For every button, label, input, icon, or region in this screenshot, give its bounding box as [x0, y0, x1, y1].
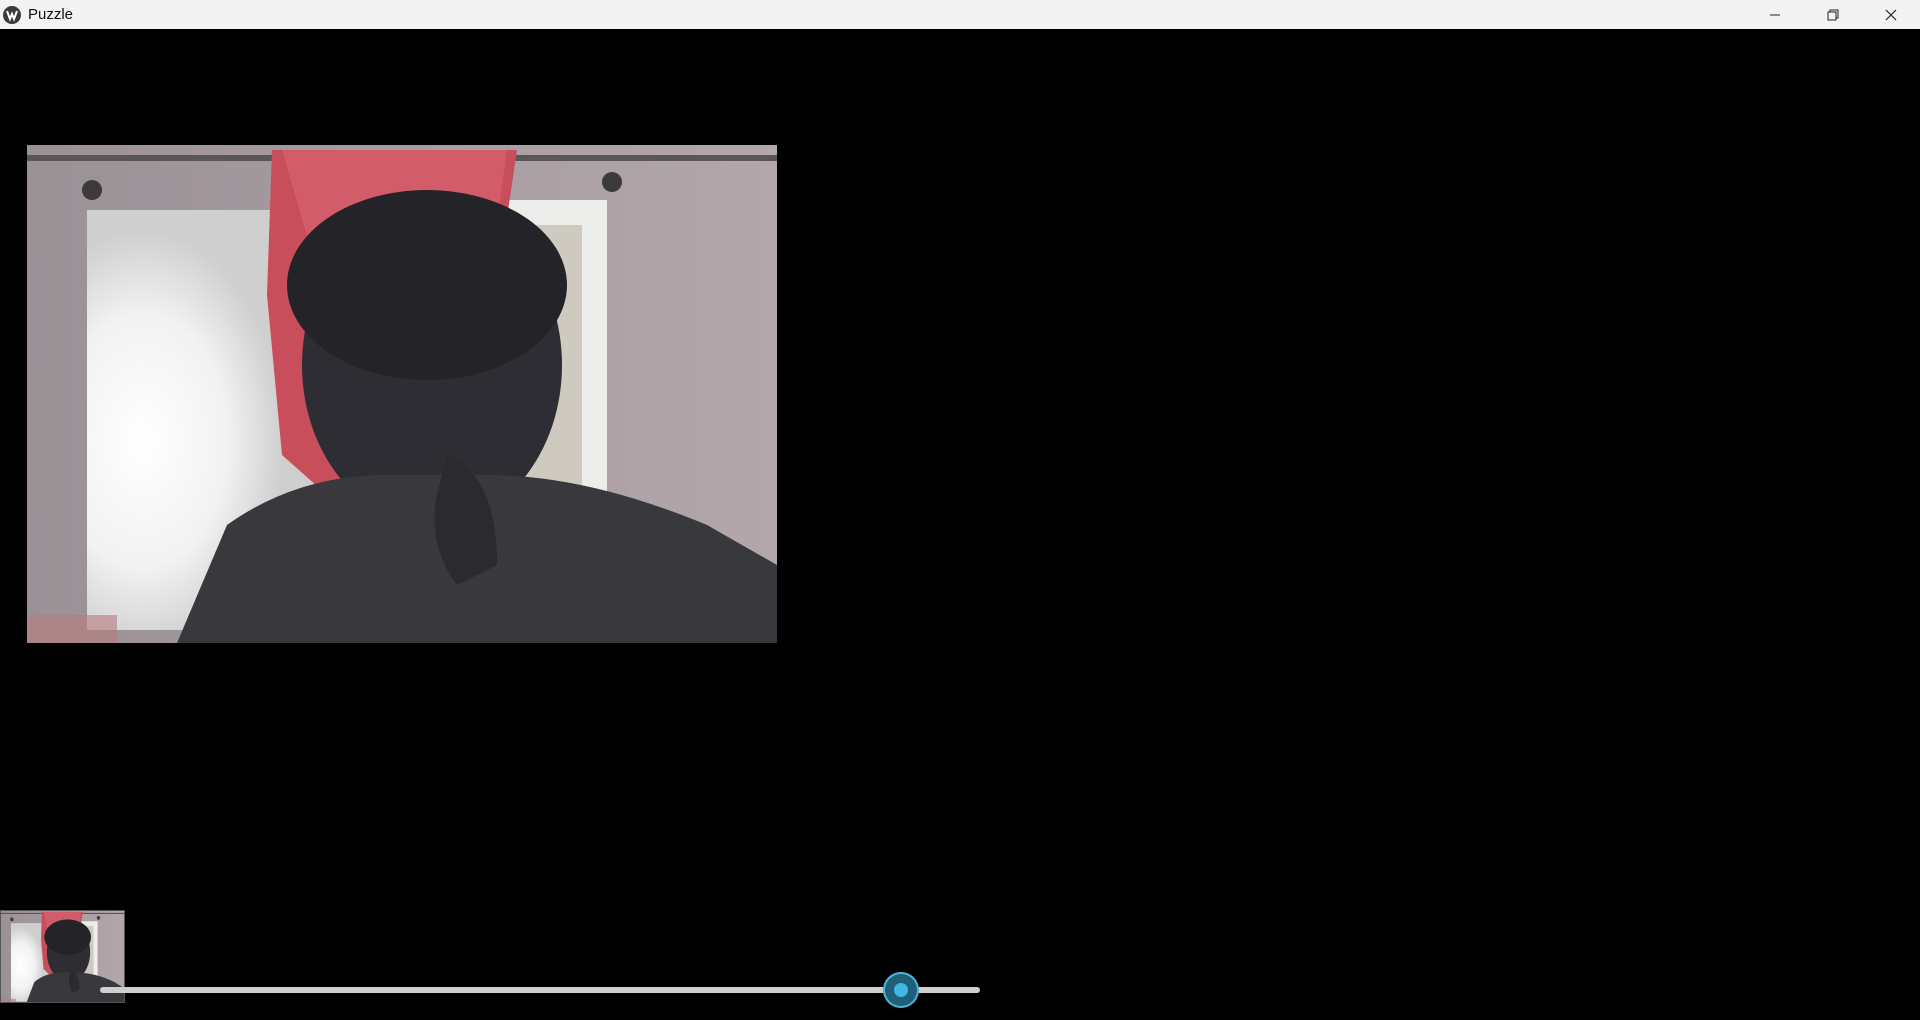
minimize-button[interactable] [1746, 0, 1804, 29]
restore-button[interactable] [1804, 0, 1862, 29]
puzzle-tile[interactable] [527, 394, 777, 643]
tile-image [277, 394, 527, 643]
puzzle-tile[interactable] [27, 394, 277, 643]
puzzle-tile[interactable] [527, 145, 777, 394]
restore-icon [1827, 9, 1839, 20]
tile-image [277, 145, 527, 394]
close-button[interactable] [1862, 0, 1920, 29]
difficulty-slider-track[interactable] [100, 987, 980, 993]
puzzle-tile[interactable] [277, 394, 527, 643]
tile-image [527, 394, 777, 643]
tile-image [27, 394, 277, 643]
minimize-icon [1770, 14, 1780, 15]
slider-thumb[interactable] [882, 972, 919, 1008]
close-icon [1885, 9, 1897, 20]
window-title: Puzzle [28, 6, 74, 23]
puzzle-tile[interactable] [27, 145, 277, 394]
title-bar: Puzzle [0, 0, 1920, 29]
app-logo-icon [3, 5, 21, 24]
tile-image [527, 145, 777, 394]
puzzle-board [27, 145, 777, 643]
tile-image [27, 145, 277, 394]
puzzle-tile[interactable] [277, 145, 527, 394]
puzzle-canvas [0, 29, 1920, 1020]
slider-thumb-dot [893, 983, 908, 997]
